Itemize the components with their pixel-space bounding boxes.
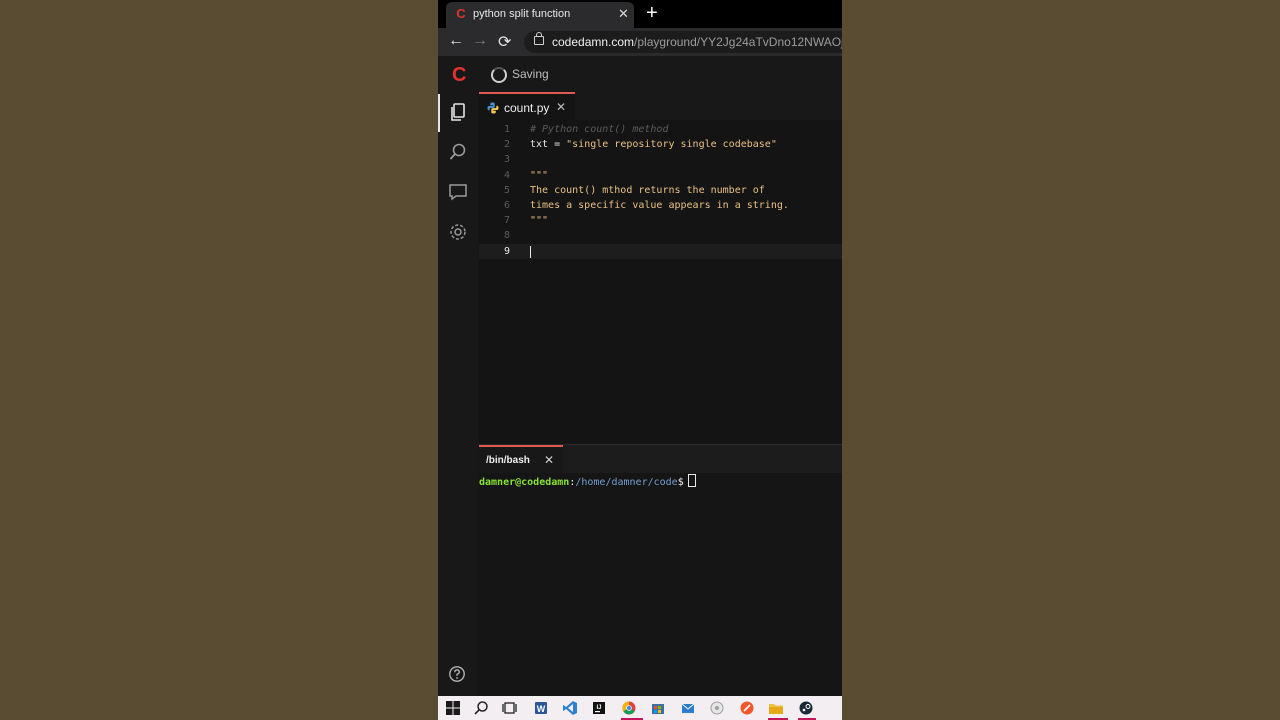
help-icon[interactable] xyxy=(448,665,466,683)
terminal-tab-close-icon[interactable]: ✕ xyxy=(544,453,554,467)
settings-icon[interactable] xyxy=(448,222,468,242)
code-line[interactable]: 6 times a specific value appears in a str… xyxy=(479,198,842,213)
terminal-panel[interactable]: /bin/bash ✕ damner@codedamn:/home/damner… xyxy=(479,444,842,697)
terminal-tab-bar: /bin/bash ✕ xyxy=(479,445,842,473)
app-header: C Saving xyxy=(438,56,842,93)
text-cursor xyxy=(530,245,531,258)
search-icon[interactable] xyxy=(473,700,489,716)
task-view-icon[interactable] xyxy=(501,700,517,716)
mail-icon[interactable] xyxy=(680,700,696,716)
address-bar[interactable]: codedamn.com/playground/YY2Jg24aTvDno12N… xyxy=(524,31,842,53)
terminal-tab-label: /bin/bash xyxy=(486,455,530,466)
code-line[interactable]: 4 """ xyxy=(479,168,842,183)
line-text: # Python count() method xyxy=(530,124,669,135)
browser-tab-strip: C python split function ✕ + xyxy=(438,0,842,28)
codedamn-logo[interactable]: C xyxy=(452,64,466,87)
forward-arrow-icon[interactable]: → xyxy=(472,32,488,50)
line-number: 5 xyxy=(503,184,510,196)
back-arrow-icon[interactable]: ← xyxy=(448,32,464,50)
terminal-cursor xyxy=(687,474,696,487)
reload-icon[interactable]: ⟳ xyxy=(498,32,511,52)
code-line[interactable]: 9 xyxy=(479,243,842,259)
files-icon[interactable] xyxy=(448,102,468,122)
jetbrains-icon[interactable]: IJ xyxy=(591,700,607,716)
url-text: codedamn.com/playground/YY2Jg24aTvDno12N… xyxy=(552,35,842,49)
editor-tab-bar: count.py ✕ xyxy=(479,92,842,120)
prompt-user: damner@codedamn xyxy=(479,477,570,488)
svg-text:IJ: IJ xyxy=(596,705,601,711)
line-text: txt = "single repository single codebase… xyxy=(530,139,777,151)
editor-tab-label: count.py xyxy=(504,101,550,115)
search-icon[interactable] xyxy=(448,142,468,162)
obs-icon[interactable] xyxy=(709,700,725,716)
line-number: 1 xyxy=(503,124,510,135)
new-tab-button[interactable]: + xyxy=(646,2,658,25)
line-number: 7 xyxy=(503,215,510,227)
code-line[interactable]: 2 txt = "single repository single codebas… xyxy=(479,137,842,152)
line-text: The count() mthod returns the number of xyxy=(530,184,765,196)
windows-start-icon[interactable] xyxy=(445,700,461,716)
line-number: 3 xyxy=(503,154,510,166)
codedamn-favicon-icon: C xyxy=(456,6,466,21)
background-left xyxy=(0,0,438,720)
svg-text:W: W xyxy=(537,704,546,714)
url-host: codedamn.com xyxy=(552,35,635,49)
tab-close-icon[interactable]: ✕ xyxy=(618,6,629,22)
editor-tab-close-icon[interactable]: ✕ xyxy=(556,100,566,114)
line-number: 4 xyxy=(503,169,510,181)
python-file-icon xyxy=(487,102,499,114)
screen-capture: C python split function ✕ + ← → ⟳ codeda… xyxy=(438,0,842,720)
windows-taskbar: W IJ xyxy=(438,696,842,720)
terminal-tab-bash[interactable]: /bin/bash ✕ xyxy=(479,445,563,473)
word-icon[interactable]: W xyxy=(533,700,549,716)
line-text: """ xyxy=(530,169,549,181)
line-text: """ xyxy=(530,215,549,227)
background-right xyxy=(842,0,1280,720)
browser-tab-title: python split function xyxy=(473,8,571,20)
prompt-path: /home/damner/code xyxy=(575,477,678,488)
vscode-icon[interactable] xyxy=(562,700,578,716)
terminal-prompt[interactable]: damner@codedamn:/home/damner/code$ xyxy=(479,474,696,488)
line-number: 2 xyxy=(503,139,510,151)
line-number: 6 xyxy=(503,199,510,211)
comment-icon[interactable] xyxy=(448,182,468,202)
code-lines[interactable]: 1 # Python count() method 2 txt = "single r… xyxy=(479,122,842,259)
browser-tab[interactable]: C python split function ✕ xyxy=(446,2,634,28)
loading-spinner-icon xyxy=(491,67,507,83)
code-line[interactable]: 7 """ xyxy=(479,213,842,228)
store-icon[interactable] xyxy=(650,700,666,716)
line-number: 9 xyxy=(503,245,510,257)
steam-icon[interactable] xyxy=(798,700,814,716)
url-path: /playground/YY2Jg24aTvDno12NWAOjP xyxy=(634,35,842,49)
brave-icon[interactable] xyxy=(739,700,755,716)
prompt-dollar: $ xyxy=(677,477,684,488)
line-number: 8 xyxy=(503,230,510,242)
editor-tab-count-py[interactable]: count.py ✕ xyxy=(479,92,575,120)
lock-icon[interactable] xyxy=(534,32,544,45)
code-line[interactable]: 5 The count() mthod returns the number of xyxy=(479,183,842,198)
browser-toolbar: ← → ⟳ codedamn.com/playground/YY2Jg24aTv… xyxy=(438,28,842,56)
code-line[interactable]: 8 xyxy=(479,228,842,243)
activity-bar xyxy=(438,92,478,696)
code-line[interactable]: 3 xyxy=(479,152,842,167)
code-editor[interactable]: count.py ✕ 1 # Python count() method 2 txt … xyxy=(479,92,842,444)
save-status: Saving xyxy=(512,67,549,81)
chrome-icon[interactable] xyxy=(621,700,637,716)
active-indicator xyxy=(438,94,440,132)
line-text: times a specific value appears in a stri… xyxy=(530,199,789,211)
code-line[interactable]: 1 # Python count() method xyxy=(479,122,842,137)
file-explorer-icon[interactable] xyxy=(768,700,784,716)
